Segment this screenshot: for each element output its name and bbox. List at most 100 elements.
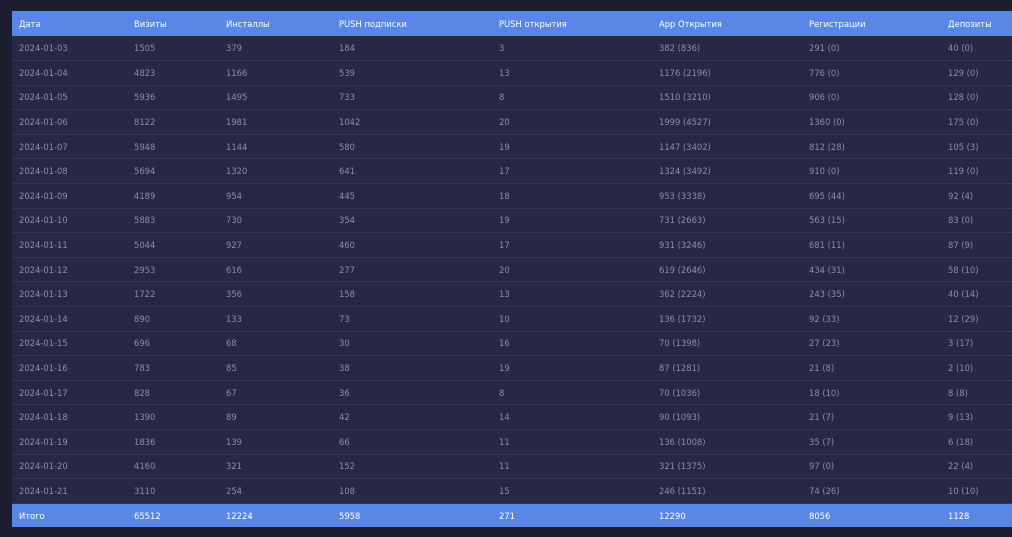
table-cell: 8 (499, 387, 505, 398)
column-header[interactable]: Регистрации (802, 11, 941, 36)
table-cell: 5936 (134, 92, 156, 103)
column-header[interactable]: Визиты (127, 11, 219, 36)
table-cell: 16 (499, 338, 510, 349)
table-row: 2024-01-04 4823 1166 539 13 1176 (2196) 776 (0… (12, 60, 1012, 86)
total-cell: 8056 (809, 510, 831, 521)
table-cell: 1999 (4527) (659, 117, 711, 128)
table-cell: 5044 (134, 240, 156, 251)
table-cell: 1505 (134, 43, 156, 54)
table-cell: 2024-01-05 (19, 92, 68, 103)
table-cell: 119 (0) (948, 166, 979, 177)
table-cell: 362 (2224) (659, 289, 706, 300)
table-cell: 175 (0) (948, 117, 979, 128)
table-body: 2024-01-03 1505 379 184 3 382 (836) 291 (0) 40 … (12, 36, 1012, 504)
table-cell: 291 (0) (809, 43, 840, 54)
table-cell: 354 (339, 215, 355, 226)
table-cell: 696 (134, 338, 150, 349)
table-cell: 40 (14) (948, 289, 979, 300)
table-cell: 616 (226, 264, 242, 275)
table-cell: 14 (499, 412, 510, 423)
table-cell: 1042 (339, 117, 361, 128)
table-row: 2024-01-12 2953 616 277 20 619 (2646) 434 (31)… (12, 257, 1012, 282)
table-header: Дата Визиты Инсталлы PUSH подписки PUSH откр… (12, 11, 1012, 36)
column-header[interactable]: PUSH подписки (332, 11, 492, 36)
table-cell: 563 (15) (809, 215, 845, 226)
table-cell: 906 (0) (809, 92, 840, 103)
table-cell: 36 (339, 387, 350, 398)
column-header[interactable]: Депозиты (941, 11, 1012, 36)
table-cell: 730 (226, 215, 242, 226)
table-cell: 434 (31) (809, 264, 845, 275)
table-row: 2024-01-06 8122 1981 1042 20 1999 (4527) 1360 … (12, 109, 1012, 135)
table-cell: 1722 (134, 289, 156, 300)
table-cell: 18 (10) (809, 387, 840, 398)
table-cell: 70 (1036) (659, 387, 701, 398)
table-cell: 890 (134, 313, 150, 324)
table-cell: 184 (339, 43, 355, 54)
table-cell: 1390 (134, 412, 156, 423)
table-row: 2024-01-21 3110 254 108 15 246 (1151) 74 (26) 1… (12, 478, 1012, 504)
table-cell: 812 (28) (809, 141, 845, 152)
table-cell: 246 (1151) (659, 485, 706, 496)
column-header[interactable]: PUSH открытия (492, 11, 652, 36)
table-cell: 6 (18) (948, 436, 974, 447)
table-cell: 783 (134, 363, 150, 374)
table-cell: 85 (226, 363, 237, 374)
table-row: 2024-01-17 828 67 36 8 70 (1036) 18 (10) 8 (8) (12, 380, 1012, 405)
table-cell: 22 (4) (948, 461, 974, 472)
table-cell: 2024-01-20 (19, 461, 68, 472)
column-header[interactable]: App Открытия (652, 11, 802, 36)
table-cell: 17 (499, 240, 510, 251)
table-cell: 136 (1008) (659, 436, 706, 447)
table-cell: 128 (0) (948, 92, 979, 103)
table-cell: 243 (35) (809, 289, 845, 300)
total-cell: 12224 (226, 510, 253, 521)
table-cell: 12 (29) (948, 313, 979, 324)
table-cell: 931 (3246) (659, 240, 706, 251)
table-row: 2024-01-09 4189 954 445 18 953 (3338) 695 (44)… (12, 183, 1012, 209)
table-cell: 2024-01-08 (19, 166, 68, 177)
table-cell: 927 (226, 240, 242, 251)
table-cell: 1360 (0) (809, 117, 845, 128)
table-cell: 68 (226, 338, 237, 349)
table-cell: 13 (499, 289, 510, 300)
table-cell: 1836 (134, 436, 156, 447)
table-cell: 580 (339, 141, 355, 152)
table-cell: 2024-01-16 (19, 363, 68, 374)
table-row: 2024-01-15 696 68 30 16 70 (1398) 27 (23) 3 (17… (12, 331, 1012, 356)
table-row: 2024-01-10 5883 730 354 19 731 (2663) 563 (15)… (12, 208, 1012, 233)
table-row: 2024-01-13 1722 356 158 13 362 (2224) 243 (35)… (12, 281, 1012, 307)
table-cell: 11 (499, 436, 510, 447)
table-row: 2024-01-14 890 133 73 10 136 (1732) 92 (33) 12 … (12, 306, 1012, 332)
table-cell: 97 (0) (809, 461, 835, 472)
table-cell: 90 (1093) (659, 412, 701, 423)
table-cell: 5694 (134, 166, 156, 177)
total-cell: 12290 (659, 510, 686, 521)
table-cell: 20 (499, 264, 510, 275)
table-cell: 4160 (134, 461, 156, 472)
table-cell: 2024-01-03 (19, 43, 68, 54)
table-cell: 2024-01-06 (19, 117, 68, 128)
table-cell: 1144 (226, 141, 248, 152)
table-cell: 4189 (134, 190, 156, 201)
table-cell: 539 (339, 67, 355, 78)
table-cell: 2024-01-14 (19, 313, 68, 324)
table-cell: 18 (499, 190, 510, 201)
total-label: Итого (19, 510, 45, 521)
table-cell: 1176 (2196) (659, 67, 711, 78)
table-cell: 152 (339, 461, 355, 472)
table-cell: 13 (499, 67, 510, 78)
table-cell: 445 (339, 190, 355, 201)
column-header[interactable]: Дата (12, 11, 127, 36)
table-cell: 2024-01-11 (19, 240, 68, 251)
total-cell: 271 (499, 510, 515, 521)
table-cell: 1510 (3210) (659, 92, 711, 103)
column-header[interactable]: Инсталлы (219, 11, 332, 36)
table-row: 2024-01-20 4160 321 152 11 321 (1375) 97 (0) 22… (12, 454, 1012, 479)
table-cell: 2024-01-17 (19, 387, 68, 398)
table-cell: 73 (339, 313, 350, 324)
table-cell: 21 (7) (809, 412, 835, 423)
table-cell: 953 (3338) (659, 190, 706, 201)
table-cell: 2024-01-19 (19, 436, 68, 447)
table-cell: 74 (26) (809, 485, 840, 496)
